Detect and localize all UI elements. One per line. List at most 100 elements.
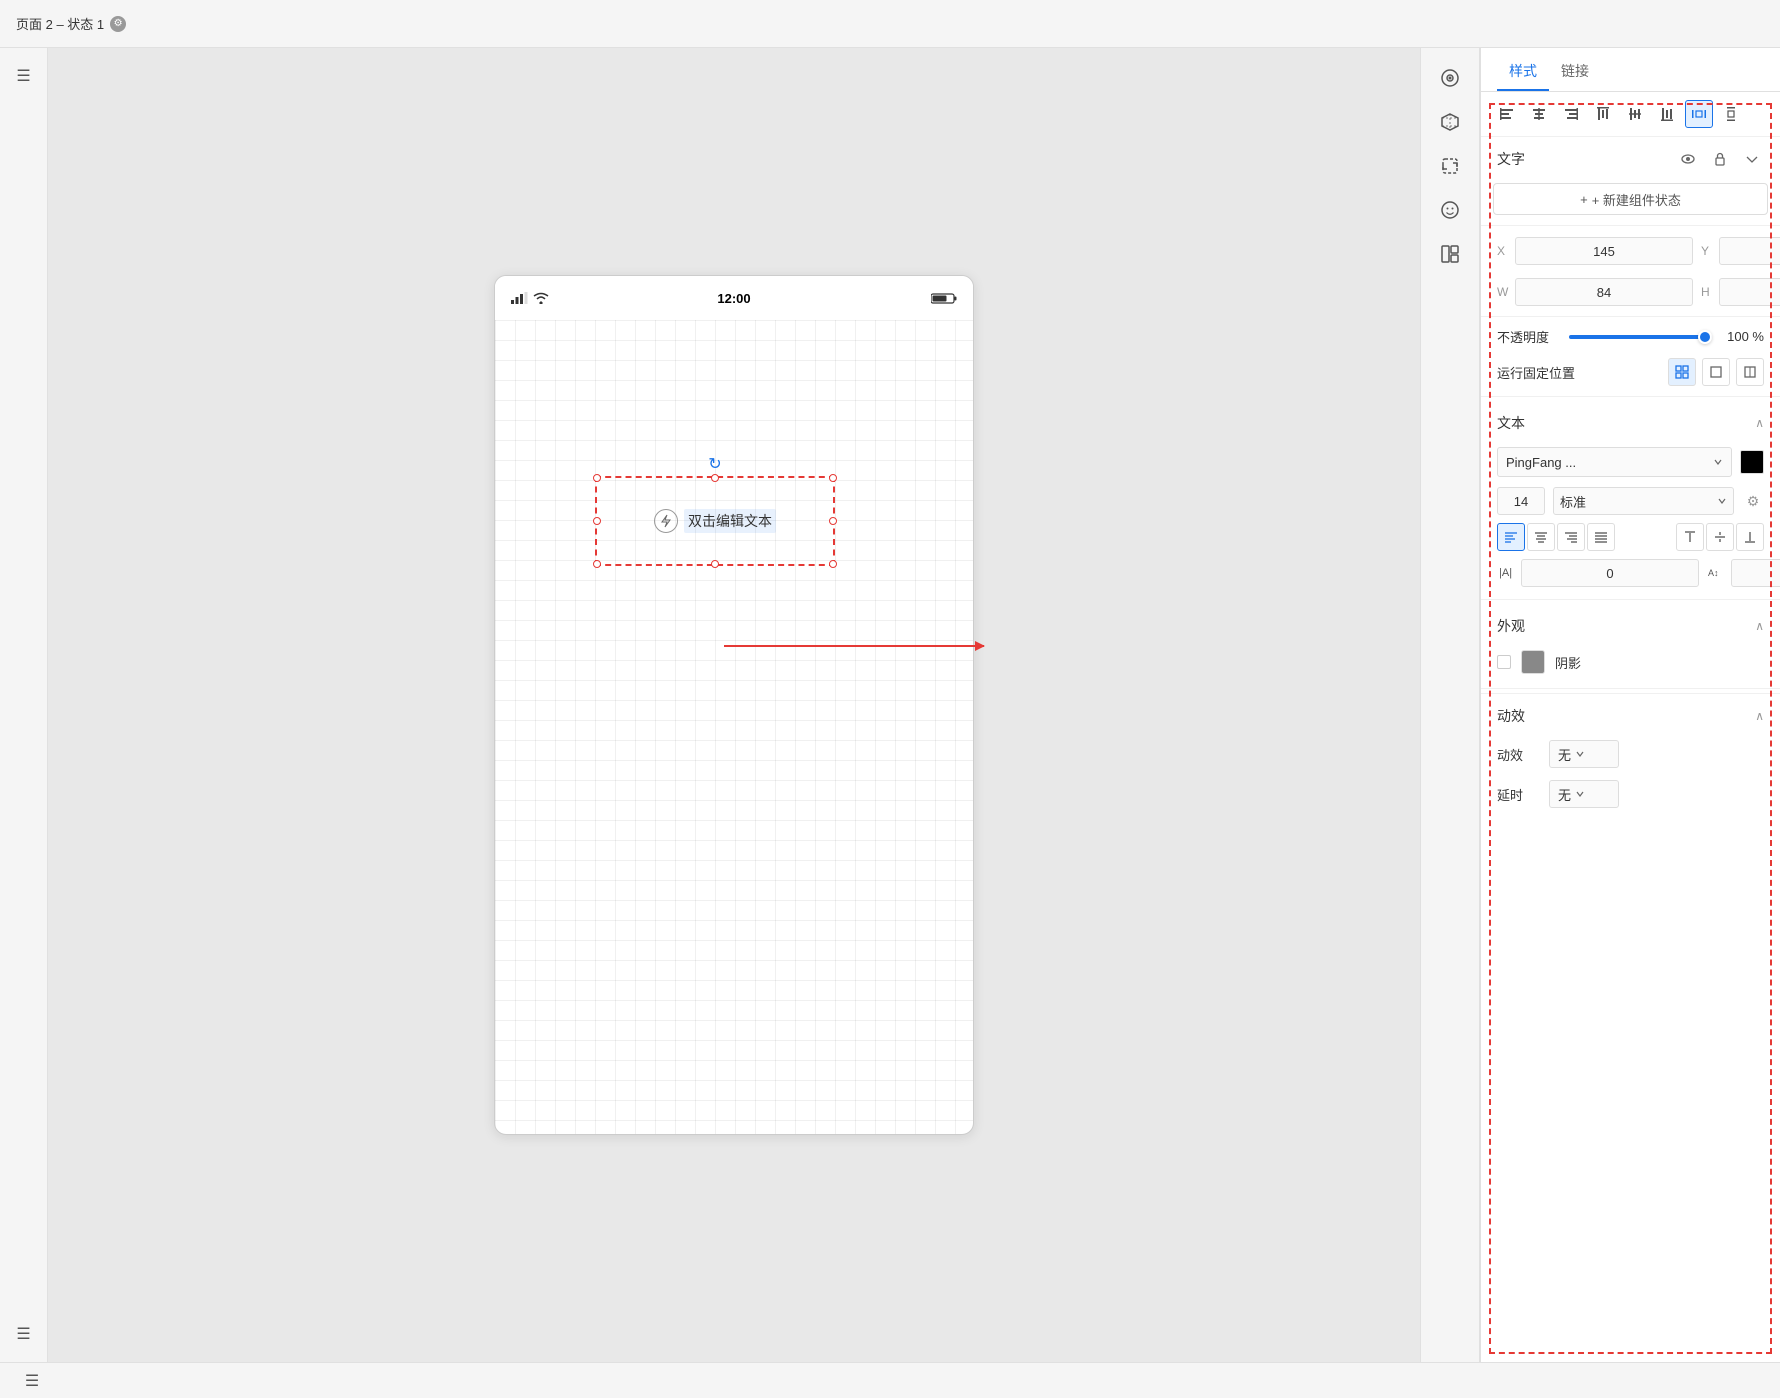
font-color-swatch[interactable] xyxy=(1740,450,1764,474)
resize-handle-tr[interactable] xyxy=(829,474,837,482)
resize-handle-br[interactable] xyxy=(829,560,837,568)
anim-delay-row: 延时 无 xyxy=(1481,774,1780,814)
target-icon[interactable] xyxy=(1432,60,1468,96)
h-input[interactable] xyxy=(1719,278,1780,306)
anim-effect-select[interactable]: 无 xyxy=(1549,740,1619,768)
red-arrow xyxy=(724,645,984,647)
animation-section-header[interactable]: 动效 ∧ xyxy=(1481,698,1780,734)
appearance-section-header[interactable]: 外观 ∧ xyxy=(1481,608,1780,644)
vert-align-top-btn[interactable] xyxy=(1676,523,1704,551)
sidebar-menu-top-icon[interactable]: ☰ xyxy=(8,60,40,92)
appearance-section: 外观 ∧ 阴影 xyxy=(1481,604,1780,684)
align-left-btn[interactable] xyxy=(1493,100,1521,128)
sidebar-menu-bottom-icon[interactable]: ☰ xyxy=(8,1318,40,1350)
resize-handle-tl[interactable] xyxy=(593,474,601,482)
svg-text:|A|: |A| xyxy=(1499,567,1512,579)
status-time: 12:00 xyxy=(717,291,750,306)
align-bottom-btn[interactable] xyxy=(1653,100,1681,128)
fixed-pos-label: 运行固定位置 xyxy=(1497,363,1660,382)
fixed-pos-btn-3[interactable] xyxy=(1736,358,1764,386)
y-input[interactable] xyxy=(1719,237,1780,265)
text-align-left-btn[interactable] xyxy=(1497,523,1525,551)
font-size-input[interactable] xyxy=(1497,487,1545,515)
text-section: 文本 ∧ PingFang ... 标准 ⚙ xyxy=(1481,401,1780,595)
w-input[interactable] xyxy=(1515,278,1693,306)
anim-effect-row: 动效 无 xyxy=(1481,734,1780,774)
component-section-header: 文字 xyxy=(1481,137,1780,177)
wifi-icon xyxy=(533,292,549,304)
text-align-center-btn[interactable] xyxy=(1527,523,1555,551)
expand-icon[interactable] xyxy=(1740,147,1764,171)
anim-effect-label: 动效 xyxy=(1497,745,1541,764)
align-right-btn[interactable] xyxy=(1557,100,1585,128)
text-align-right-btn[interactable] xyxy=(1557,523,1585,551)
x-input[interactable] xyxy=(1515,237,1693,265)
visibility-icon[interactable] xyxy=(1676,147,1700,171)
animation-section: 动效 ∧ 动效 无 延时 无 xyxy=(1481,693,1780,818)
tab-link[interactable]: 链接 xyxy=(1549,53,1601,91)
w-field: W xyxy=(1497,278,1693,306)
emoji-icon[interactable] xyxy=(1432,192,1468,228)
x-field: X xyxy=(1497,237,1693,265)
align-top-btn[interactable] xyxy=(1589,100,1617,128)
align-center-h-btn[interactable] xyxy=(1525,100,1553,128)
grid-background xyxy=(495,320,973,1134)
dist-v-btn[interactable] xyxy=(1717,100,1745,128)
dist-h-btn[interactable] xyxy=(1685,100,1713,128)
shadow-checkbox[interactable] xyxy=(1497,655,1511,669)
animation-section-title: 动效 xyxy=(1497,706,1525,726)
line-height-input[interactable] xyxy=(1731,559,1780,587)
letter-spacing-input[interactable] xyxy=(1521,559,1699,587)
divider-4 xyxy=(1481,599,1780,600)
battery-icon xyxy=(931,292,957,305)
font-dropdown-icon xyxy=(1713,457,1723,467)
y-label: Y xyxy=(1701,244,1715,258)
x-label: X xyxy=(1497,244,1511,258)
font-settings-gear[interactable]: ⚙ xyxy=(1742,490,1764,512)
letter-spacing-icon: |A| xyxy=(1497,562,1517,585)
layout-icon[interactable] xyxy=(1432,236,1468,272)
text-align-group xyxy=(1497,523,1615,551)
vert-align-middle-btn[interactable] xyxy=(1706,523,1734,551)
settings-dot[interactable]: ⚙ xyxy=(110,16,126,32)
rotate-handle[interactable]: ↻ xyxy=(708,454,721,474)
fixed-pos-btn-2[interactable] xyxy=(1702,358,1730,386)
fixed-pos-buttons xyxy=(1668,358,1764,386)
text-section-header[interactable]: 文本 ∧ xyxy=(1481,405,1780,441)
canvas-area[interactable]: 12:00 ↻ xyxy=(48,48,1420,1362)
lock-icon[interactable] xyxy=(1708,147,1732,171)
font-row: PingFang ... xyxy=(1481,441,1780,483)
fixed-position-row: 运行固定位置 xyxy=(1481,352,1780,392)
line-height-icon: A↕ xyxy=(1707,562,1727,585)
element-text[interactable]: 双击编辑文本 xyxy=(684,509,776,533)
new-state-label: + 新建组件状态 xyxy=(1592,190,1681,209)
resize-icon[interactable] xyxy=(1432,148,1468,184)
tab-style[interactable]: 样式 xyxy=(1497,53,1549,91)
new-state-plus: + xyxy=(1580,192,1588,207)
vert-align-bottom-btn[interactable] xyxy=(1736,523,1764,551)
align-middle-v-btn[interactable] xyxy=(1621,100,1649,128)
panel-tabs: 样式 链接 xyxy=(1481,48,1780,92)
font-weight-select[interactable]: 标准 xyxy=(1553,487,1734,515)
resize-handle-bl[interactable] xyxy=(593,560,601,568)
fixed-pos-btn-1[interactable] xyxy=(1668,358,1696,386)
anim-delay-select[interactable]: 无 xyxy=(1549,780,1619,808)
resize-handle-bc[interactable] xyxy=(711,560,719,568)
selected-element[interactable]: ↻ 双击编辑文本 xyxy=(595,476,835,566)
opacity-slider[interactable] xyxy=(1569,335,1712,339)
font-select[interactable]: PingFang ... xyxy=(1497,447,1732,477)
bottom-menu-icon[interactable]: ☰ xyxy=(16,1365,48,1397)
text-align-justify-btn[interactable] xyxy=(1587,523,1615,551)
text-section-title: 文本 xyxy=(1497,413,1525,433)
size-row: W H xyxy=(1481,272,1780,312)
cube-icon[interactable] xyxy=(1432,104,1468,140)
new-component-state-button[interactable]: + + 新建组件状态 xyxy=(1493,183,1768,215)
resize-handle-ml[interactable] xyxy=(593,517,601,525)
resize-handle-tc[interactable] xyxy=(711,474,719,482)
text-align-row xyxy=(1481,519,1780,555)
anim-delay-value: 无 xyxy=(1558,785,1571,804)
opacity-thumb[interactable] xyxy=(1698,330,1712,344)
arrow-head xyxy=(975,641,985,651)
resize-handle-mr[interactable] xyxy=(829,517,837,525)
shadow-thumb[interactable] xyxy=(1521,650,1545,674)
